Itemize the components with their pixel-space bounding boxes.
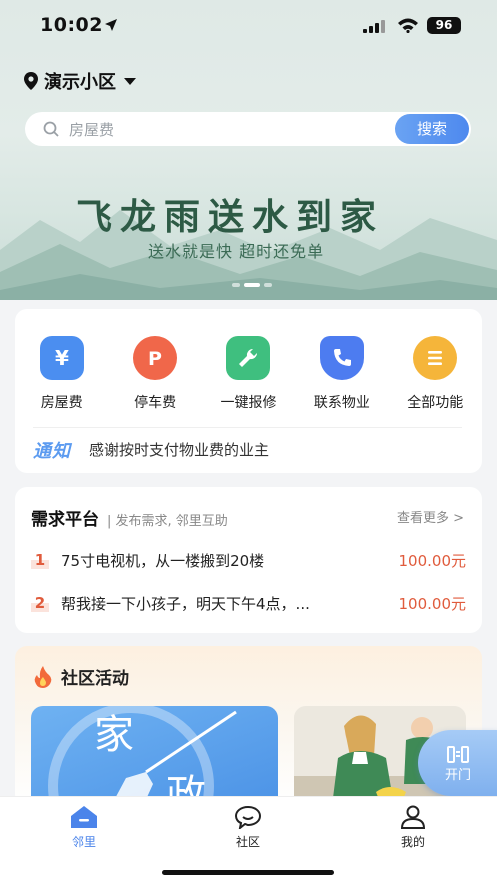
demand-item[interactable]: 1 75寸电视机，从一楼搬到20楼 100.00元	[31, 548, 466, 572]
image-text-1: 家	[94, 712, 134, 758]
function-item-contact-property[interactable]: 联系物业	[295, 336, 388, 412]
parking-icon: P	[133, 336, 178, 380]
demand-item-price: 100.00元	[398, 551, 467, 570]
activity-header: 社区活动	[33, 664, 129, 689]
search-icon	[43, 121, 59, 137]
pagination-dot-active	[244, 283, 260, 287]
wifi-icon	[398, 18, 418, 33]
demand-item-number: 2	[31, 594, 49, 612]
function-label: 全部功能	[407, 395, 464, 411]
battery-indicator: 96	[427, 17, 461, 34]
search-button[interactable]: 搜索	[395, 114, 469, 144]
function-item-repair[interactable]: 一键报修	[202, 336, 295, 412]
demand-item-text: 帮我接一下小孩子，明天下午4点，...	[61, 594, 310, 613]
function-card: ¥ 房屋费 P 停车费 一键报修 联系物业 全部功能 通知 感谢按时支付物业费的…	[15, 309, 482, 473]
notice-bar[interactable]: 通知 感谢按时支付物业费的业主	[33, 427, 462, 471]
svg-text:P: P	[148, 348, 162, 370]
demand-item-text: 75寸电视机，从一楼搬到20楼	[61, 551, 265, 570]
search-bar: 房屋费 搜索	[25, 112, 471, 146]
chevron-down-icon	[124, 77, 136, 85]
user-icon	[400, 805, 426, 829]
notice-tag: 通知	[33, 440, 71, 462]
activity-title: 社区活动	[61, 669, 129, 689]
door-icon	[447, 745, 469, 763]
svg-text:¥: ¥	[55, 346, 69, 370]
tab-label: 邻里	[71, 835, 96, 849]
function-label: 停车费	[134, 395, 177, 411]
menu-icon	[413, 336, 458, 380]
function-label: 一键报修	[220, 395, 277, 411]
status-bar: 10:02 96	[0, 14, 497, 40]
demand-header: 需求平台 | 发布需求, 邻里互助	[31, 505, 228, 530]
demand-item[interactable]: 2 帮我接一下小孩子，明天下午4点，... 100.00元	[31, 591, 466, 615]
function-item-house-fee[interactable]: ¥ 房屋费	[15, 336, 108, 412]
wrench-icon	[226, 336, 271, 380]
function-label: 联系物业	[313, 395, 370, 411]
demand-title: 需求平台	[31, 505, 99, 530]
location-arrow-icon	[105, 19, 117, 31]
yen-wallet-icon: ¥	[39, 336, 84, 380]
location-pin-icon	[24, 72, 38, 90]
home-icon	[71, 806, 97, 828]
open-door-label: 开门	[444, 767, 471, 783]
tab-label: 社区	[235, 835, 260, 849]
notice-text: 感谢按时支付物业费的业主	[89, 441, 270, 459]
tab-profile[interactable]: 我的	[383, 805, 443, 850]
function-item-all[interactable]: 全部功能	[389, 336, 482, 412]
status-time: 10:02	[40, 14, 103, 36]
demand-item-number: 1	[31, 551, 49, 569]
header-banner: 10:02 96 演示小区 房屋费 搜索 飞龙雨送水到家 送水就是快 超时还免单	[0, 0, 497, 300]
chat-icon	[234, 805, 262, 829]
cellular-signal-icon	[363, 20, 385, 33]
community-activity-card: 社区活动 家 政	[15, 646, 482, 806]
function-grid: ¥ 房屋费 P 停车费 一键报修 联系物业 全部功能	[15, 336, 482, 412]
tab-label: 我的	[400, 835, 425, 849]
search-input[interactable]: 房屋费	[69, 119, 395, 140]
banner-subtitle: 送水就是快 超时还免单	[148, 242, 325, 261]
view-more-link[interactable]: 查看更多 >	[397, 507, 464, 526]
demand-item-price: 100.00元	[398, 594, 467, 613]
fire-icon	[34, 665, 52, 688]
function-label: 房屋费	[40, 395, 83, 411]
housekeeping-image[interactable]: 家 政	[31, 706, 278, 806]
function-item-parking-fee[interactable]: P 停车费	[108, 336, 201, 412]
community-name: 演示小区	[44, 72, 116, 93]
open-door-button[interactable]: 开门	[418, 730, 497, 796]
banner-title[interactable]: 飞龙雨送水到家	[76, 188, 384, 240]
pagination-dot	[264, 283, 272, 287]
tab-community[interactable]: 社区	[218, 805, 278, 850]
home-indicator	[162, 870, 334, 875]
demand-platform-card: 需求平台 | 发布需求, 邻里互助 查看更多 > 1 75寸电视机，从一楼搬到2…	[15, 487, 482, 633]
pagination-dot	[232, 283, 240, 287]
banner-pagination	[232, 283, 272, 287]
demand-subtitle: | 发布需求, 邻里互助	[107, 514, 228, 529]
community-selector[interactable]: 演示小区	[24, 68, 136, 94]
phone-shield-icon	[319, 336, 364, 380]
tab-neighborhood[interactable]: 邻里	[54, 805, 114, 850]
